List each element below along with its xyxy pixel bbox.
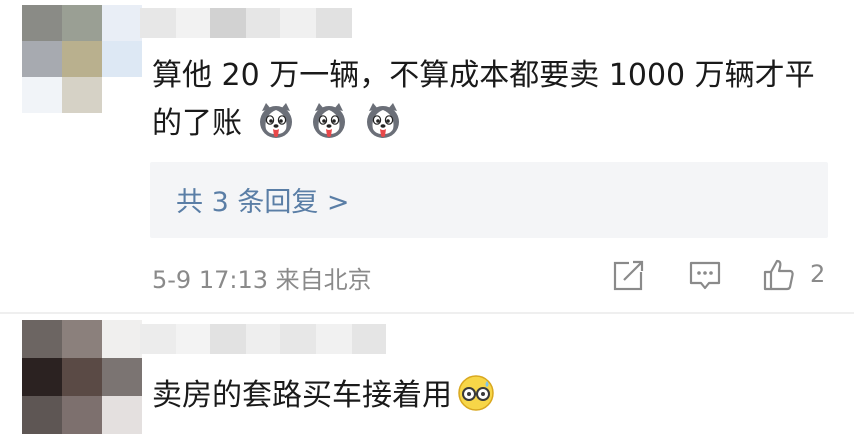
husky-tongue-emoji-icon bbox=[259, 103, 292, 138]
comment-time: 5-9 17:13 来自北京 bbox=[152, 260, 372, 295]
view-replies-link[interactable]: 共 3 条回复 > bbox=[176, 180, 350, 219]
avatar[interactable] bbox=[22, 320, 142, 434]
emoji-group bbox=[242, 103, 403, 141]
time-text: 5-9 17:13 bbox=[152, 266, 268, 294]
comment-item: 卖房的套路买车接着用 bbox=[0, 314, 854, 443]
comment-icon[interactable] bbox=[688, 258, 722, 292]
husky-tongue-emoji-icon bbox=[366, 103, 399, 138]
sweat-glasses-emoji-icon bbox=[458, 375, 494, 411]
husky-tongue-emoji-icon bbox=[313, 103, 346, 138]
reply-box[interactable]: 共 3 条回复 > bbox=[150, 162, 828, 238]
comment-text-content: 卖房的套路买车接着用 bbox=[152, 378, 452, 413]
like-count: 2 bbox=[810, 260, 826, 288]
comment-text: 卖房的套路买车接着用 bbox=[152, 372, 842, 420]
avatar[interactable] bbox=[22, 5, 142, 113]
comment-text: 算他 20 万一辆，不算成本都要卖 1000 万辆才平的了账 bbox=[152, 52, 842, 148]
username[interactable] bbox=[140, 8, 352, 38]
location-text: 来自北京 bbox=[275, 266, 372, 294]
username[interactable] bbox=[140, 324, 386, 354]
comment-meta: 5-9 17:13 来自北京 2 bbox=[152, 256, 832, 294]
share-icon[interactable] bbox=[612, 258, 646, 292]
thumbs-up-icon[interactable] bbox=[762, 258, 796, 292]
comment-item: 算他 20 万一辆，不算成本都要卖 1000 万辆才平的了账 共 3 条回复 >… bbox=[0, 0, 854, 314]
